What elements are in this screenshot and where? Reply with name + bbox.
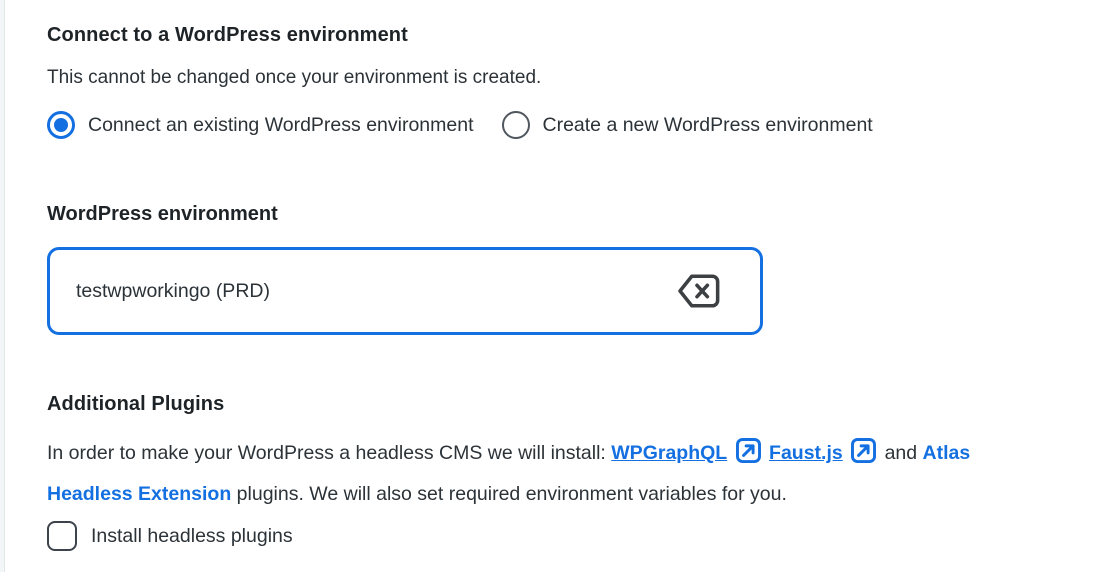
- radio-unselected-icon[interactable]: [501, 111, 530, 139]
- backspace-clear-icon: [678, 274, 720, 308]
- environment-input[interactable]: [76, 279, 678, 303]
- connect-section-heading: Connect to a WordPress environment: [47, 24, 408, 46]
- radio-connect-existing-label: Connect an existing WordPress environmen…: [88, 113, 474, 136]
- environment-field-label: WordPress environment: [47, 203, 278, 225]
- connect-section-description: This cannot be changed once your environ…: [47, 67, 542, 88]
- plugins-outro-text: plugins. We will also set required envir…: [236, 483, 787, 505]
- adjacent-panel-edge: [0, 0, 5, 572]
- external-link-icon[interactable]: [850, 438, 877, 469]
- install-plugins-label: Install headless plugins: [91, 524, 293, 547]
- install-plugins-option[interactable]: Install headless plugins: [47, 521, 1074, 551]
- radio-create-new[interactable]: Create a new WordPress environment: [501, 111, 873, 139]
- radio-create-new-label: Create a new WordPress environment: [542, 113, 873, 136]
- plugins-section-heading: Additional Plugins: [47, 393, 225, 415]
- faustjs-link[interactable]: Faust.js: [769, 442, 843, 464]
- wpgraphql-link[interactable]: WPGraphQL: [611, 442, 727, 464]
- radio-selected-icon[interactable]: [47, 111, 75, 139]
- plugins-description: In order to make your WordPress a headle…: [47, 435, 1052, 512]
- plugins-intro-text: In order to make your WordPress a headle…: [47, 442, 606, 464]
- clear-selection-button[interactable]: [678, 274, 720, 308]
- connect-wordpress-form: Connect to a WordPress environment This …: [0, 0, 1114, 551]
- checkbox-unchecked-icon[interactable]: [47, 521, 77, 551]
- plugins-conjunction-text: and: [884, 442, 918, 464]
- radio-connect-existing[interactable]: Connect an existing WordPress environmen…: [47, 111, 474, 139]
- environment-combobox[interactable]: [47, 247, 763, 335]
- environment-radio-group: Connect an existing WordPress environmen…: [47, 111, 1074, 139]
- external-link-icon[interactable]: [735, 438, 762, 469]
